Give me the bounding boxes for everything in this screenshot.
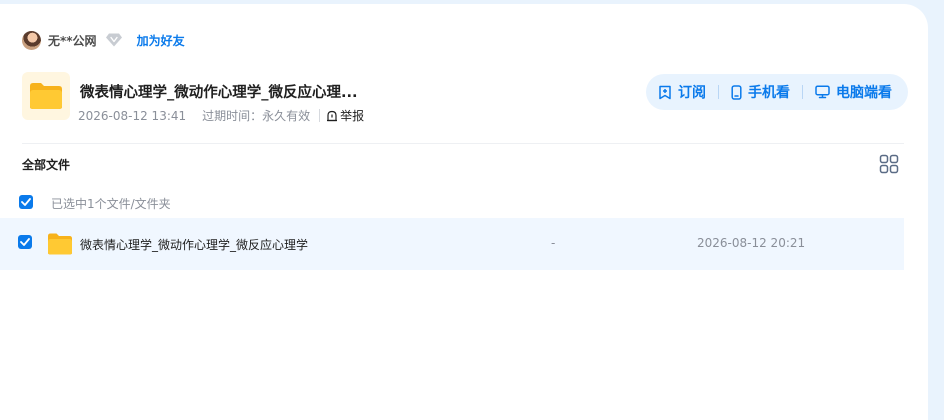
desktop-view-button[interactable]: 电脑端看 (815, 82, 892, 102)
share-title: 微表情心理学_微动作心理学_微反应心理... (80, 85, 358, 101)
file-row[interactable]: 微表情心理学_微动作心理学_微反应心理学 - 2026-08-12 20:21 (0, 218, 904, 270)
folder-icon (47, 232, 73, 256)
report-link[interactable]: 举报 (326, 107, 364, 124)
file-date: 2026-08-12 20:21 (697, 236, 806, 250)
folder-icon (22, 72, 70, 120)
report-icon (327, 110, 338, 121)
share-actions: 订阅 手机看 电脑端看 (646, 74, 908, 110)
selection-status: 已选中1个文件/文件夹 (51, 197, 171, 211)
subscribe-label: 订阅 (678, 85, 706, 101)
meta-divider (319, 109, 321, 122)
file-size: - (551, 236, 556, 250)
diamond-icon (105, 32, 123, 48)
share-page-card: 无**公网 加为好友 微表情心理学_微动作心理学_微反应心理... 2026-0… (0, 4, 928, 420)
report-label: 举报 (340, 109, 365, 123)
actions-divider (802, 85, 803, 99)
mobile-view-button[interactable]: 手机看 (731, 82, 790, 102)
file-name[interactable]: 微表情心理学_微动作心理学_微反应心理学 (80, 236, 308, 253)
check-icon (20, 238, 30, 246)
mobile-view-label: 手机看 (748, 85, 790, 101)
share-owner: 无**公网 加为好友 (22, 30, 185, 50)
check-icon (21, 198, 31, 206)
subscribe-button[interactable]: 订阅 (658, 82, 706, 102)
owner-name: 无**公网 (48, 33, 97, 48)
avatar[interactable] (22, 30, 41, 50)
all-files-heading: 全部文件 (22, 158, 71, 172)
share-expire-time: 过期时间：永久有效 (202, 109, 311, 123)
file-row-checkbox[interactable] (18, 235, 32, 249)
monitor-icon (815, 85, 830, 99)
actions-divider (718, 85, 719, 99)
grid-view-icon[interactable] (879, 154, 899, 174)
add-friend-link[interactable]: 加为好友 (137, 32, 185, 49)
share-created-time: 2026-08-12 13:41 (78, 108, 187, 123)
header-divider (22, 143, 904, 144)
share-meta: 2026-08-12 13:41 过期时间：永久有效 举报 (78, 107, 364, 124)
bookmark-icon (659, 85, 671, 99)
desktop-view-label: 电脑端看 (836, 85, 892, 101)
phone-icon (731, 84, 742, 100)
selection-bar: 已选中1个文件/文件夹 (0, 190, 904, 214)
select-all-checkbox[interactable] (19, 195, 33, 209)
